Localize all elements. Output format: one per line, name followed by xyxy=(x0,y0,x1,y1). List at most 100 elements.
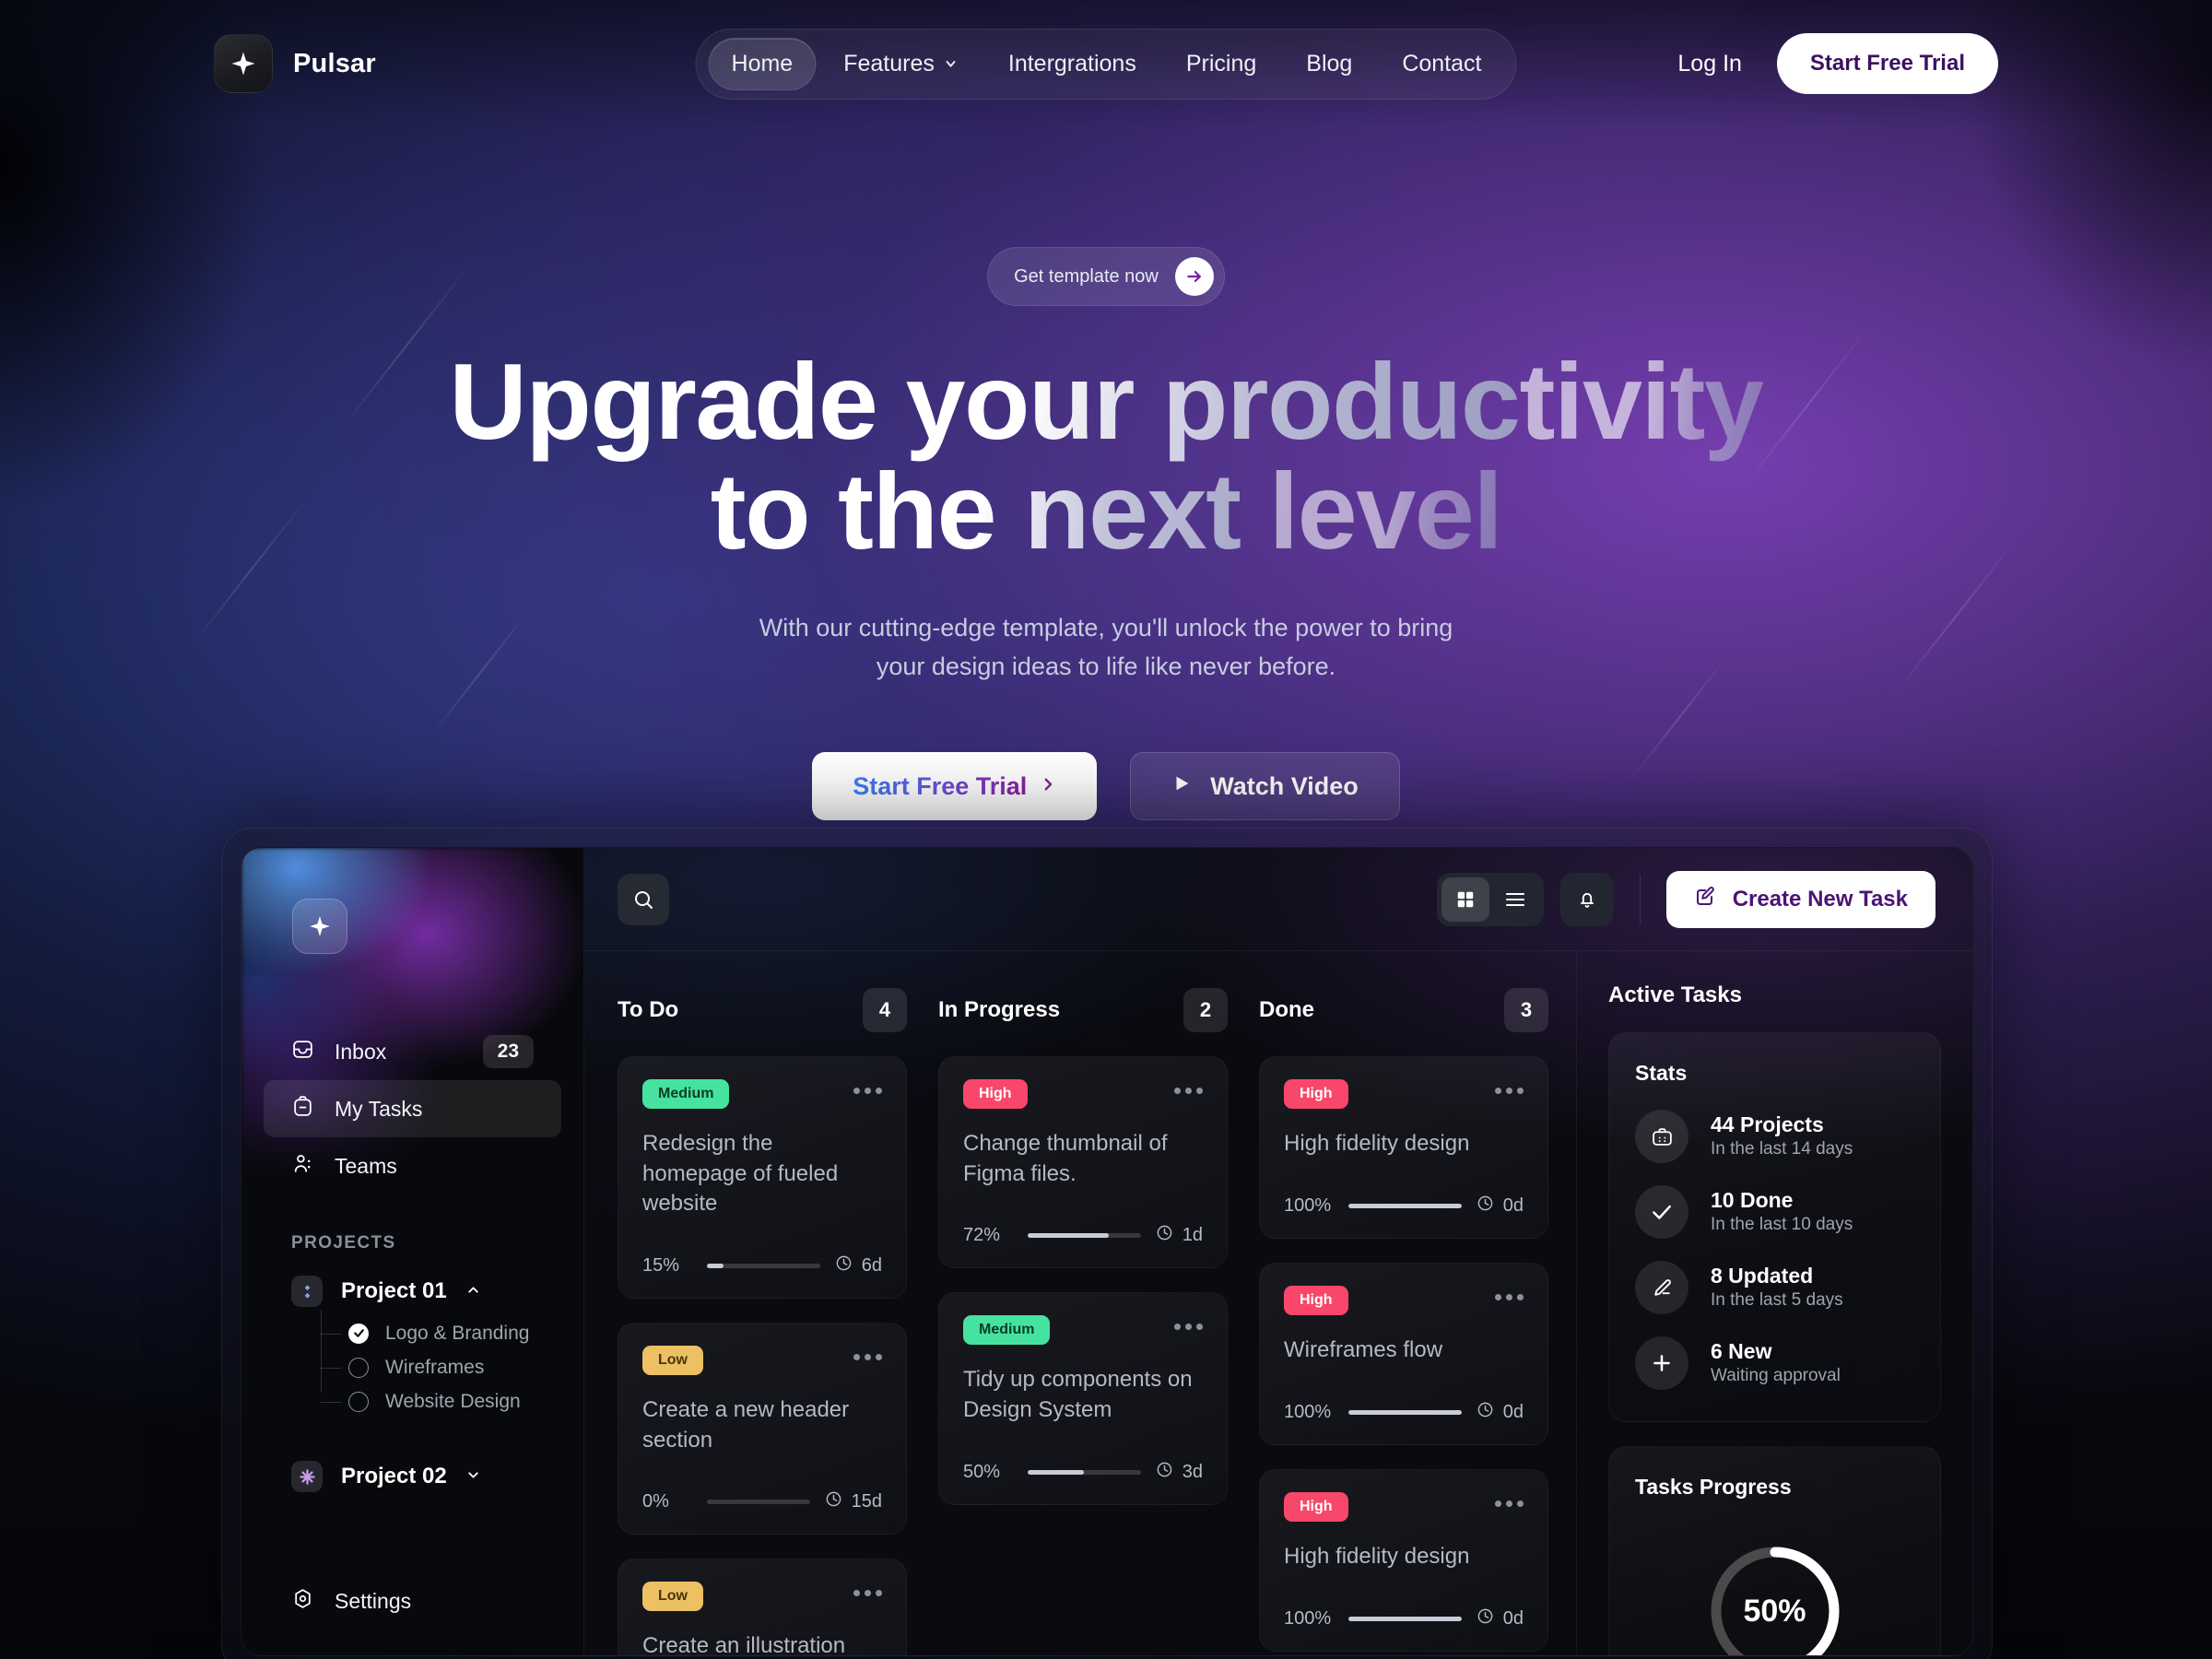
create-new-task-button[interactable]: Create New Task xyxy=(1665,870,1936,928)
column-header: In Progress 2 xyxy=(938,984,1228,1036)
sidebar-item-settings[interactable]: Settings xyxy=(264,1572,561,1630)
nav-item-intergrations[interactable]: Intergrations xyxy=(986,39,1159,89)
get-template-button[interactable]: Get template now xyxy=(987,247,1225,306)
start-free-trial-button[interactable]: Start Free Trial xyxy=(1776,33,1998,94)
project-row-01[interactable]: Project 01 xyxy=(291,1266,583,1316)
more-options-icon[interactable] xyxy=(1495,1079,1524,1094)
kanban-columns: To Do 4 Medium Redesign the homepage of fue… xyxy=(584,951,1576,1655)
task-card-footer: 72% 1d xyxy=(963,1224,1203,1247)
task-card[interactable]: High Wireframes flow 100% 0d xyxy=(1259,1263,1548,1445)
clock-icon xyxy=(1477,1607,1494,1630)
task-progress-bar xyxy=(1348,1617,1462,1621)
more-options-icon[interactable] xyxy=(1495,1492,1524,1507)
column-count-badge: 4 xyxy=(863,988,907,1032)
nav-item-features[interactable]: Features xyxy=(821,39,981,89)
task-title: Create a new header section xyxy=(642,1396,850,1453)
edit-square-icon xyxy=(1694,885,1716,913)
more-options-icon[interactable] xyxy=(1174,1315,1203,1331)
brand-name: Pulsar xyxy=(293,48,376,78)
hero-cta-label: Start Free Trial xyxy=(853,771,1028,800)
brand-logo[interactable]: Pulsar xyxy=(214,34,376,93)
watch-video-button[interactable]: Watch Video xyxy=(1130,752,1400,821)
sidebar-item-teams[interactable]: Teams xyxy=(264,1137,561,1194)
column-title: To Do xyxy=(618,997,679,1022)
sparkle-icon[interactable] xyxy=(292,899,347,954)
task-card[interactable]: LowCreate an illustration0%15d xyxy=(618,1559,907,1655)
tasks-progress-chart: 50% xyxy=(1635,1524,1914,1655)
task-card[interactable]: Low Create a new header section 0% 15d xyxy=(618,1322,907,1535)
task-card-footer: 15% 6d xyxy=(642,1254,882,1277)
more-options-icon[interactable] xyxy=(853,1346,882,1360)
checkbox-empty-icon[interactable] xyxy=(348,1357,369,1378)
nav-actions: Log In Start Free Trial xyxy=(1665,33,1998,94)
active-tasks-rail: Active Tasks Stats 44 Projects In the la… xyxy=(1576,951,1972,1655)
stat-row-projects: 44 Projects In the last 14 days xyxy=(1635,1110,1914,1163)
bell-icon[interactable] xyxy=(1559,872,1614,926)
priority-badge: Low xyxy=(642,1582,703,1612)
task-card-footer: 50% 3d xyxy=(963,1461,1203,1484)
stat-value: 8 Updated xyxy=(1711,1264,1814,1288)
project-row-02[interactable]: Project 02 xyxy=(291,1452,583,1501)
view-mode-toggle xyxy=(1436,872,1544,926)
task-due: 0d xyxy=(1477,1194,1524,1218)
headline-line-1-strong: Upgrade your produc xyxy=(449,341,1521,462)
progress-percent-label: 50% xyxy=(1743,1593,1806,1629)
create-task-label: Create New Task xyxy=(1732,886,1908,912)
clock-icon xyxy=(1477,1401,1494,1424)
project-child-website-design[interactable]: Website Design xyxy=(321,1384,583,1418)
more-options-icon[interactable] xyxy=(853,1079,882,1094)
nav-item-pricing[interactable]: Pricing xyxy=(1164,39,1278,89)
task-progress-percent: 100% xyxy=(1284,1608,1332,1629)
grid-view-icon[interactable] xyxy=(1441,877,1489,922)
search-icon[interactable] xyxy=(618,873,669,925)
sidebar-item-my-tasks[interactable]: My Tasks xyxy=(264,1080,561,1137)
task-progress-bar xyxy=(1028,1469,1141,1475)
project-child-label: Website Design xyxy=(385,1390,521,1412)
main-nav: Home Features Intergrations Pricing Blog… xyxy=(695,28,1517,100)
task-due-label: 0d xyxy=(1502,1195,1524,1216)
task-progress-percent: 15% xyxy=(642,1254,680,1276)
more-options-icon[interactable] xyxy=(1174,1079,1203,1094)
chevron-down-icon[interactable] xyxy=(465,1464,481,1489)
task-due-label: 15d xyxy=(851,1491,882,1512)
column-header: Done 3 xyxy=(1259,984,1548,1036)
project-child-wireframes[interactable]: Wireframes xyxy=(321,1350,583,1384)
sidebar-item-label: Teams xyxy=(335,1153,397,1178)
nav-item-blog[interactable]: Blog xyxy=(1284,39,1374,89)
project-label: Project 02 xyxy=(341,1464,447,1488)
sparkle-icon xyxy=(214,34,273,93)
task-card[interactable]: High High fidelity design 100% 0d xyxy=(1259,1469,1548,1652)
task-card[interactable]: Medium Tidy up components on Design Syste… xyxy=(938,1292,1228,1505)
project-child-logo-branding[interactable]: Logo & Branding xyxy=(321,1316,583,1350)
task-title: Redesign the homepage of fueled website xyxy=(642,1131,839,1217)
task-card-footer: 100% 0d xyxy=(1284,1607,1524,1630)
priority-badge: High xyxy=(1284,1079,1348,1109)
task-card[interactable]: Medium Redesign the homepage of fueled we… xyxy=(618,1056,907,1299)
stats-panel: Stats 44 Projects In the last 14 days 10… xyxy=(1608,1032,1941,1422)
sidebar-item-inbox[interactable]: Inbox 23 xyxy=(264,1023,561,1080)
task-due: 6d xyxy=(835,1254,882,1277)
stat-subtitle: In the last 14 days xyxy=(1711,1139,1853,1159)
checkbox-checked-icon[interactable] xyxy=(348,1323,369,1344)
task-card[interactable]: High High fidelity design 100% 0d xyxy=(1259,1056,1548,1239)
task-card-header: High xyxy=(1284,1286,1524,1315)
chevron-down-icon xyxy=(944,51,959,77)
nav-label: Home xyxy=(731,50,794,76)
dashboard-app: Inbox 23 My Tasks Teams PROJECTS Project… xyxy=(241,847,1973,1656)
clock-icon xyxy=(1156,1461,1173,1484)
more-options-icon[interactable] xyxy=(853,1582,882,1597)
stat-value: 44 Projects xyxy=(1711,1112,1824,1137)
task-due: 15d xyxy=(825,1490,882,1513)
nav-item-home[interactable]: Home xyxy=(708,37,817,90)
login-link[interactable]: Log In xyxy=(1665,41,1755,87)
task-card-header: High xyxy=(963,1079,1203,1109)
hero-start-free-trial-button[interactable]: Start Free Trial xyxy=(812,752,1098,821)
list-view-icon[interactable] xyxy=(1491,877,1539,922)
chevron-up-icon[interactable] xyxy=(465,1278,481,1304)
column-title: Done xyxy=(1259,997,1314,1022)
task-card[interactable]: High Change thumbnail of Figma files. 72% 1… xyxy=(938,1056,1228,1269)
checkbox-empty-icon[interactable] xyxy=(348,1391,369,1412)
nav-item-contact[interactable]: Contact xyxy=(1380,39,1503,89)
inbox-icon xyxy=(291,1038,314,1066)
more-options-icon[interactable] xyxy=(1495,1286,1524,1300)
